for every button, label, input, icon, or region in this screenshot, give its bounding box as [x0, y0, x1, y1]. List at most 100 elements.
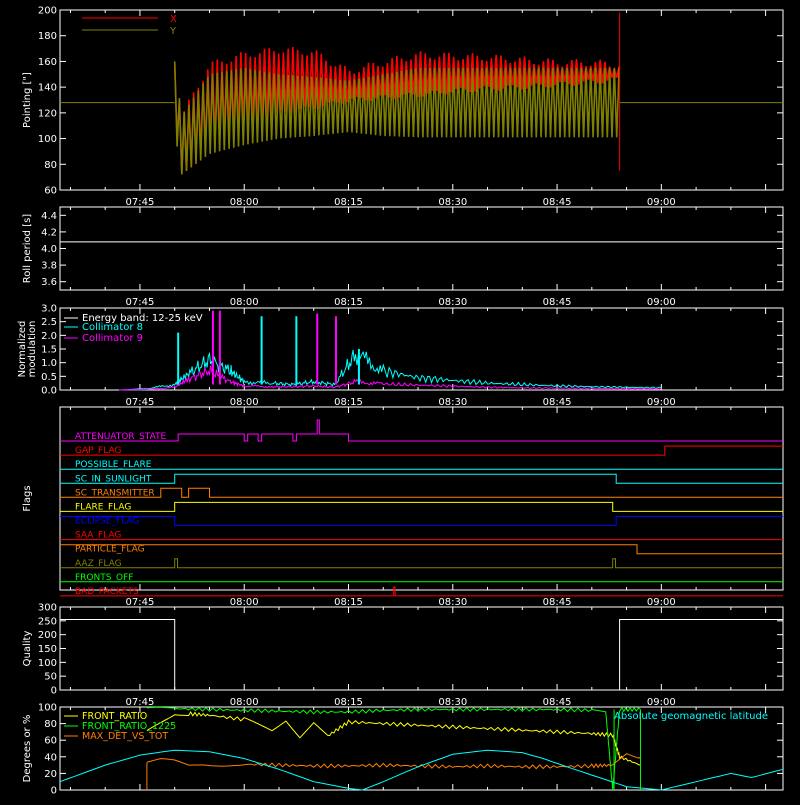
roll-frame	[59, 206, 784, 291]
pointing-xtick-label: 08:45	[543, 197, 572, 208]
pointing-ytick-label: 80	[44, 160, 57, 171]
modulation-ytick-label: 1.0	[41, 358, 57, 369]
pointing-ytick-label: 180	[38, 31, 57, 42]
ratios-series-front-ratio	[146, 710, 641, 766]
ratios-ylabel: Degrees or %	[22, 715, 33, 783]
flag-label-particle-flag: PARTICLE_FLAG	[75, 545, 145, 555]
modulation-xtick-label: 08:45	[543, 397, 572, 408]
roll-ytick-label: 4.2	[41, 227, 57, 238]
roll-ytick-label: 4.4	[41, 211, 57, 222]
quality-ytick-label: 300	[38, 603, 57, 614]
flag-line-attenuator-state	[60, 419, 783, 442]
pointing-legend-label-x: X	[170, 14, 177, 25]
modulation-ylabel: modulation	[27, 321, 38, 378]
flag-label-bad-packets: BAD_PACKETS	[75, 587, 139, 597]
flag-label-aaz-flag: AAZ_FLAG	[75, 559, 122, 569]
roll-xtick-label: 08:45	[543, 297, 572, 308]
quality-xtick-label: 08:00	[230, 697, 259, 708]
pointing-legend-label-y: Y	[169, 26, 177, 37]
flag-label-sc-in-sunlight: SC_IN_SUNLIGHT	[75, 474, 152, 484]
modulation-ytick-label: 0.0	[41, 386, 57, 397]
ratios-ytick-label: 100	[38, 703, 57, 714]
roll-ytick-label: 3.6	[41, 277, 57, 288]
ratios-ytick-label: 20	[44, 769, 57, 780]
flag-line-particle-flag	[60, 544, 783, 555]
pointing-series-y	[173, 61, 620, 175]
flag-label-sc-transmitter: SC_TRANSMITTER	[75, 488, 155, 498]
flag-label-fronts-off: FRONTS_OFF	[75, 573, 133, 583]
modulation-legend-label: Collimator 8	[82, 322, 143, 333]
modulation-ytick-label: 2.5	[41, 317, 57, 328]
pointing-ytick-label: 120	[38, 108, 57, 119]
roll-xtick-label: 08:30	[438, 297, 467, 308]
flags-xtick-label: 08:30	[438, 597, 467, 608]
modulation-xtick-label: 08:15	[334, 397, 363, 408]
pointing-ytick-label: 100	[38, 134, 57, 145]
flag-label-possible-flare: POSSIBLE_FLARE	[75, 460, 152, 470]
modulation-ytick-label: 3.0	[41, 304, 57, 315]
pointing-xtick-label: 09:00	[647, 197, 676, 208]
modulation-xtick-label: 08:00	[230, 397, 259, 408]
quality-ytick-label: 100	[38, 658, 57, 669]
quality-xtick-label: 08:30	[438, 697, 467, 708]
quality-xtick-label: 08:15	[334, 697, 363, 708]
roll-ylabel: Roll period [s]	[22, 214, 33, 283]
modulation-xtick-label: 09:00	[647, 397, 676, 408]
flag-label-attenuator-state: ATTENUATOR_STATE	[75, 432, 167, 442]
quality-ytick-label: 50	[44, 672, 57, 683]
flag-label-saa-flag: SAA_FLAG	[75, 531, 121, 541]
pointing-ytick-label: 200	[38, 6, 57, 17]
roll-xtick-label: 09:00	[647, 297, 676, 308]
flag-line-eclipse-flag	[60, 516, 783, 526]
flag-label-eclipse-flag: ECLIPSE_FLAG	[75, 517, 139, 527]
flag-line-bad-packets	[60, 586, 783, 597]
flags-xtick-label: 08:15	[334, 597, 363, 608]
flag-line-gap-flag	[60, 445, 783, 456]
quality-ytick-label: 0	[51, 686, 57, 697]
quality-series-line	[60, 619, 783, 691]
flags-xtick-label: 09:00	[647, 597, 676, 608]
pointing-xtick-label: 07:45	[126, 197, 155, 208]
flag-label-flare-flag: FLARE_FLAG	[75, 502, 131, 512]
pointing-ytick-label: 140	[38, 83, 57, 94]
quality-xtick-label: 09:00	[647, 697, 676, 708]
modulation-ytick-label: 2.0	[41, 331, 57, 342]
pointing-ytick-label: 160	[38, 57, 57, 68]
flag-label-gap-flag: GAP_FLAG	[75, 446, 121, 456]
flag-line-aaz-flag	[60, 558, 783, 569]
flag-line-flare-flag	[60, 501, 783, 512]
pointing-xtick-label: 08:00	[230, 197, 259, 208]
flag-line-sc-transmitter	[60, 487, 783, 498]
flag-line-sc-in-sunlight	[60, 473, 783, 484]
ratios-ytick-label: 80	[44, 719, 57, 730]
pointing-ytick-label: 60	[44, 186, 57, 197]
ratios-ytick-label: 60	[44, 736, 57, 747]
ratios-legend-label: MAX_DET_VS_TOT	[82, 731, 168, 742]
roll-xtick-label: 07:45	[126, 297, 155, 308]
quality-ytick-label: 250	[38, 616, 57, 627]
modulation-ytick-label: 1.5	[41, 345, 57, 356]
chart-canvas: 608010012014016018020007:45 08:00 08:15 08:…	[17, 6, 784, 797]
modulation-ytick-label: 0.5	[41, 372, 57, 383]
modulation-xtick-label: 07:45	[126, 397, 155, 408]
pointing-series-x	[173, 46, 620, 174]
flags-xtick-label: 07:45	[126, 597, 155, 608]
rhessi-quicklook-figure: 60 80 100 120 140 160 180 200 07:45 08:00 08:15 08:…	[0, 0, 800, 800]
quality-xtick-label: 07:45	[126, 697, 155, 708]
roll-ytick-label: 4.0	[41, 244, 57, 255]
quality-ytick-label: 200	[38, 630, 57, 641]
pointing-ylabel: Pointing ["]	[22, 72, 33, 128]
quality-ytick-label: 150	[38, 644, 57, 655]
modulation-legend-label: Collimator 9	[82, 333, 143, 344]
flags-ylabel: Flags	[22, 485, 33, 511]
ratios-annotation: Absolute geomagnetic latitude	[614, 711, 768, 722]
ratios-ytick-label: 0	[51, 786, 57, 797]
modulation-series-collimator-8	[119, 350, 662, 391]
modulation-xtick-label: 08:30	[438, 397, 467, 408]
quality-ylabel: Quality	[22, 631, 33, 667]
roll-xtick-label: 08:00	[230, 297, 259, 308]
quality-xtick-label: 08:45	[543, 697, 572, 708]
flags-xtick-label: 08:45	[543, 597, 572, 608]
flags-frame	[59, 406, 784, 591]
pointing-xtick-label: 08:30	[438, 197, 467, 208]
